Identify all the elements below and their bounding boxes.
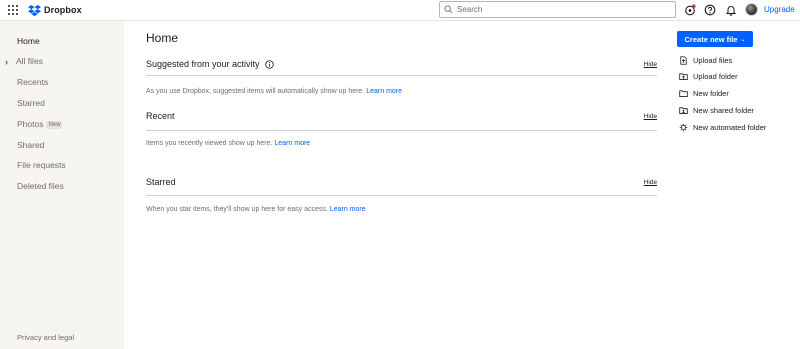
action-label: Upload files bbox=[693, 56, 733, 65]
sidebar: Home › All files Recents Starred Photos N… bbox=[0, 21, 124, 349]
learn-more-link[interactable]: Learn more bbox=[366, 88, 402, 95]
avatar[interactable] bbox=[745, 3, 758, 16]
top-bar: Dropbox Upgrade bbox=[0, 0, 800, 21]
create-new-file-button[interactable]: Create new file ⌄ bbox=[677, 31, 753, 47]
action-label: Upload folder bbox=[693, 72, 738, 81]
learn-more-link[interactable]: Learn more bbox=[274, 140, 310, 147]
chevron-down-icon: ⌄ bbox=[740, 36, 746, 43]
shared-folder-icon bbox=[679, 107, 688, 114]
search-input[interactable] bbox=[457, 5, 667, 14]
hide-starred-link[interactable]: Hide bbox=[644, 179, 657, 186]
privacy-legal-link[interactable]: Privacy and legal bbox=[17, 333, 74, 342]
sidebar-item-file-requests[interactable]: File requests bbox=[17, 160, 66, 170]
action-label: New folder bbox=[693, 89, 729, 98]
new-badge: New bbox=[46, 120, 63, 129]
upgrade-link[interactable]: Upgrade bbox=[764, 5, 795, 14]
info-icon[interactable] bbox=[264, 59, 274, 69]
search-box[interactable] bbox=[439, 1, 676, 18]
new-folder-action[interactable]: New folder bbox=[679, 88, 729, 99]
section-text: When you star items, they'll show up her… bbox=[146, 206, 328, 213]
section-starred-header: Starred Hide bbox=[146, 177, 657, 191]
brand-name: Dropbox bbox=[44, 5, 82, 15]
sidebar-item-shared[interactable]: Shared bbox=[17, 140, 44, 150]
new-automated-folder-action[interactable]: New automated folder bbox=[679, 122, 766, 133]
section-title: Starred bbox=[146, 177, 176, 187]
dropbox-logo[interactable]: Dropbox bbox=[28, 3, 82, 17]
section-text: Items you recently viewed show up here. bbox=[146, 140, 273, 147]
sidebar-item-all-files[interactable]: All files bbox=[16, 56, 43, 66]
help-icon[interactable] bbox=[704, 4, 716, 16]
divider bbox=[146, 75, 657, 76]
section-recent-header: Recent Hide bbox=[146, 111, 657, 125]
notification-target-icon[interactable] bbox=[684, 4, 696, 16]
action-label: New shared folder bbox=[693, 106, 754, 115]
bell-icon[interactable] bbox=[725, 4, 737, 16]
upload-folder-icon bbox=[679, 73, 688, 80]
sidebar-item-recents[interactable]: Recents bbox=[17, 77, 48, 87]
learn-more-link[interactable]: Learn more bbox=[330, 206, 366, 213]
section-text: As you use Dropbox, suggested items will… bbox=[146, 88, 365, 95]
starred-empty-text: When you star items, they'll show up her… bbox=[146, 206, 366, 213]
create-label: Create new file bbox=[684, 34, 738, 44]
upload-folder-action[interactable]: Upload folder bbox=[679, 71, 738, 82]
action-label: New automated folder bbox=[693, 123, 767, 132]
section-title: Recent bbox=[146, 111, 175, 121]
app-grid-icon[interactable] bbox=[8, 5, 18, 15]
upload-file-icon bbox=[680, 56, 687, 65]
divider bbox=[146, 195, 657, 196]
chevron-right-icon[interactable]: › bbox=[5, 57, 8, 67]
sidebar-item-starred[interactable]: Starred bbox=[17, 98, 45, 108]
dropbox-logo-icon bbox=[28, 4, 41, 16]
folder-icon bbox=[679, 90, 688, 97]
upload-files-action[interactable]: Upload files bbox=[679, 55, 732, 66]
hide-suggested-link[interactable]: Hide bbox=[644, 61, 657, 68]
hide-recent-link[interactable]: Hide bbox=[644, 113, 657, 120]
sidebar-item-photos[interactable]: Photos New bbox=[17, 119, 63, 129]
page-title: Home bbox=[146, 31, 179, 45]
section-title: Suggested from your activity bbox=[146, 59, 260, 69]
sidebar-item-deleted-files[interactable]: Deleted files bbox=[17, 181, 64, 191]
automated-folder-icon bbox=[679, 123, 688, 132]
search-icon bbox=[444, 5, 453, 14]
section-suggested-header: Suggested from your activity Hide bbox=[146, 59, 657, 73]
suggested-empty-text: As you use Dropbox, suggested items will… bbox=[146, 88, 402, 95]
sidebar-item-home[interactable]: Home bbox=[17, 36, 40, 46]
divider bbox=[146, 130, 657, 131]
recent-empty-text: Items you recently viewed show up here. … bbox=[146, 140, 310, 147]
new-shared-folder-action[interactable]: New shared folder bbox=[679, 105, 754, 116]
section-title-row: Suggested from your activity bbox=[146, 59, 274, 69]
sidebar-item-label: Photos bbox=[17, 119, 44, 129]
